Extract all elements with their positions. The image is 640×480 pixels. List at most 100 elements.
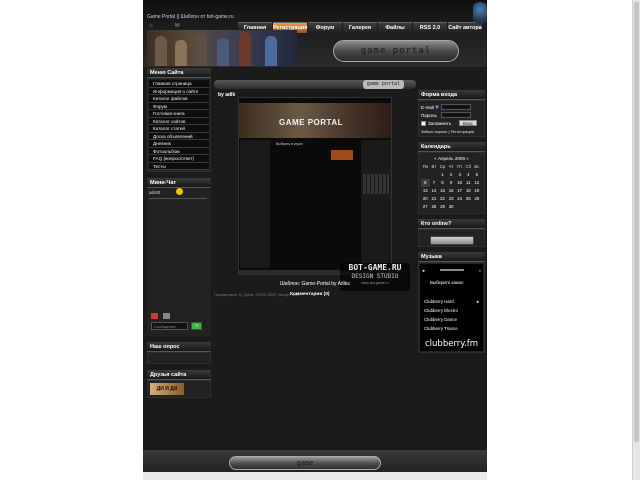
menu-item[interactable]: Каталог файлов xyxy=(149,95,209,103)
chat-username[interactable]: alc82 xyxy=(149,191,160,196)
calendar-day[interactable]: 6 xyxy=(421,179,430,187)
template-preview-image[interactable]: GAME PORTAL Выбрать в играх xyxy=(238,97,392,275)
calendar: « Апрель 2009 » Пн Вт Ср Чт Пт Сб Вс 1 2 3 4 5 6 7 8 9 1… xyxy=(418,152,485,214)
login-links: Забыл пароль | Регистрация xyxy=(421,129,475,134)
calendar-day[interactable]: 19 xyxy=(473,187,482,195)
menu-item[interactable]: Гостевая книга xyxy=(149,110,209,118)
chat-input[interactable]: Сообщение xyxy=(151,322,188,330)
menu-item[interactable]: Информация о сайте xyxy=(149,87,209,95)
music-channel[interactable]: Clubberry Trance xyxy=(422,324,481,333)
volume-slider[interactable] xyxy=(440,269,465,271)
calendar-day[interactable]: 30 xyxy=(447,203,456,211)
calendar-day[interactable]: 28 xyxy=(430,203,439,211)
calendar-day[interactable]: 26 xyxy=(473,195,482,203)
comments-link[interactable]: Комментарии (0) xyxy=(290,292,330,297)
calendar-day[interactable]: 15 xyxy=(438,187,447,195)
music-channel[interactable]: Clubberry Hard ● xyxy=(422,297,481,306)
menu-item[interactable]: Доска объявлений xyxy=(149,132,209,140)
music-channel[interactable]: Clubberry Dance xyxy=(422,315,481,324)
music-choose-label: Выберите канал xyxy=(430,280,464,285)
post-author[interactable]: by adik xyxy=(218,92,235,98)
music-channel-list: Clubberry Hard ● Clubberry Electro Clubberr… xyxy=(422,297,481,333)
chat-stop-icon[interactable] xyxy=(151,313,158,319)
login-button[interactable]: Вход xyxy=(459,120,477,126)
chat-tools xyxy=(151,313,170,319)
menu-item[interactable]: FAQ (вопрос/ответ) xyxy=(149,155,209,163)
calendar-day[interactable]: 9 xyxy=(447,179,456,187)
calendar-day[interactable]: 5 xyxy=(473,171,482,179)
who-online-block xyxy=(418,229,485,247)
music-block: ► » Выберите канал Clubberry Hard ● Clubbe… xyxy=(418,262,485,353)
calendar-weekday: Ср xyxy=(439,164,446,169)
character-figure xyxy=(239,32,251,66)
calendar-day[interactable]: 12 xyxy=(473,179,482,187)
login-form: E-mail ◉ Пароль Запомнить Вход Забыл пар… xyxy=(418,100,485,137)
calendar-day[interactable]: 4 xyxy=(464,171,473,179)
nav-item[interactable]: Галерея xyxy=(343,22,377,33)
mail-icon[interactable]: ✉ xyxy=(175,23,180,29)
preview-thumbnail xyxy=(331,150,353,160)
home-icon[interactable]: ⌂ xyxy=(149,23,153,29)
calendar-month[interactable]: « Апрель 2009 » xyxy=(421,155,482,163)
calendar-day[interactable]: 24 xyxy=(455,195,464,203)
calendar-weekday: Сб xyxy=(465,164,472,169)
nav-item[interactable]: RSS 2.0 xyxy=(413,22,447,33)
calendar-day[interactable]: 14 xyxy=(430,187,439,195)
calendar-day[interactable]: 7 xyxy=(430,179,439,187)
scrollbar-thumb[interactable] xyxy=(634,2,639,442)
menu-item[interactable]: Каталог статей xyxy=(149,125,209,133)
calendar-day[interactable]: 22 xyxy=(438,195,447,203)
site-header: Game Portal || Шаблон от bot-game.ru ⌂ ✉ … xyxy=(143,0,487,67)
password-field[interactable] xyxy=(440,112,471,118)
smiley-icon xyxy=(176,188,183,195)
menu-item[interactable]: Дневник xyxy=(149,140,209,148)
calendar-day[interactable]: 21 xyxy=(430,195,439,203)
calendar-day[interactable]: 1 xyxy=(438,171,447,179)
forgot-password-link[interactable]: Забыл пароль xyxy=(421,129,447,134)
chat-send-button[interactable]: » xyxy=(191,322,202,330)
calendar-day[interactable]: 17 xyxy=(455,187,464,195)
calendar-day[interactable]: 2 xyxy=(447,171,456,179)
calendar-day[interactable]: 8 xyxy=(438,179,447,187)
register-link[interactable]: Регистрация xyxy=(451,129,474,134)
email-field[interactable] xyxy=(441,104,472,110)
calendar-day xyxy=(421,171,430,179)
chat-smile-icon[interactable] xyxy=(163,313,170,319)
remember-checkbox[interactable] xyxy=(421,120,426,126)
music-channel-label: Clubberry Hard xyxy=(424,299,454,304)
who-online-title: Кто online? xyxy=(418,219,485,229)
menu-item[interactable]: Тесты xyxy=(149,162,209,170)
post-caption: Шаблон: Game-Portal by Adiks xyxy=(280,281,350,287)
calendar-day[interactable]: 10 xyxy=(455,179,464,187)
preview-title: GAME PORTAL xyxy=(279,118,344,127)
header-icons: ⌂ ✉ xyxy=(149,22,202,29)
music-logo[interactable]: clubberry.fm xyxy=(422,339,481,349)
calendar-grid: Пн Вт Ср Чт Пт Сб Вс 1 2 3 4 5 6 7 8 9 10 11 12 13 14 15 16 17 1… xyxy=(421,163,482,211)
calendar-day[interactable]: 16 xyxy=(447,187,456,195)
calendar-day[interactable]: 13 xyxy=(421,187,430,195)
friend-banner[interactable]: ДИ И ДИ xyxy=(150,383,184,395)
calendar-day[interactable]: 3 xyxy=(455,171,464,179)
menu-item[interactable]: Фотоальбом xyxy=(149,147,209,155)
calendar-day[interactable]: 23 xyxy=(447,195,456,203)
music-channel[interactable]: Clubberry Electro xyxy=(422,306,481,315)
logo-plate[interactable]: game portal xyxy=(333,40,459,62)
calendar-day[interactable]: 20 xyxy=(421,195,430,203)
next-icon[interactable]: » xyxy=(479,268,481,273)
menu-item[interactable]: Форум xyxy=(149,102,209,110)
calendar-day[interactable]: 29 xyxy=(438,203,447,211)
menu-item[interactable]: Главная страница xyxy=(149,80,209,88)
selected-dot-icon: ● xyxy=(476,299,479,304)
menu-item[interactable]: Каталог сайтов xyxy=(149,117,209,125)
calendar-day[interactable]: 11 xyxy=(464,179,473,187)
play-icon[interactable]: ► xyxy=(422,268,426,273)
content-header-label: game portal xyxy=(362,80,404,89)
calendar-day[interactable]: 27 xyxy=(421,203,430,211)
calendar-day[interactable]: 18 xyxy=(464,187,473,195)
calendar-day[interactable]: 25 xyxy=(464,195,473,203)
nav-item[interactable]: Форум xyxy=(308,22,342,33)
music-player: ► » Выберите канал Clubberry Hard ● Clubbe… xyxy=(420,264,483,351)
mini-chat-title: Мини-Чат xyxy=(147,178,211,188)
browser-scrollbar[interactable] xyxy=(632,0,640,480)
nav-item[interactable]: Файлы xyxy=(378,22,412,33)
